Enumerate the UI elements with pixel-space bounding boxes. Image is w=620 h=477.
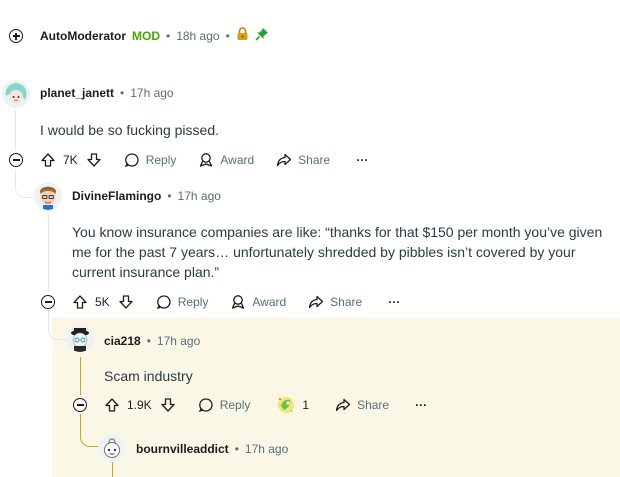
share-label: Share bbox=[330, 295, 363, 309]
thread-connector-cia218 bbox=[48, 310, 68, 340]
thread-connector-bournvilleaddict bbox=[80, 414, 100, 447]
share-label: Share bbox=[357, 398, 390, 412]
separator-dot: • bbox=[120, 86, 125, 100]
award-icon bbox=[278, 396, 295, 413]
downvote-button[interactable] bbox=[86, 152, 102, 168]
comment-username[interactable]: cia218 bbox=[104, 334, 141, 348]
thread-line-level2 bbox=[48, 214, 49, 292]
collapse-comment-button[interactable] bbox=[41, 295, 55, 309]
collapse-comment-button[interactable] bbox=[73, 398, 87, 412]
comment-time: 17h ago bbox=[177, 189, 221, 203]
downvote-arrow-icon bbox=[161, 398, 175, 412]
comment-username[interactable]: planet_janett bbox=[40, 86, 114, 100]
award-label: Award bbox=[252, 295, 287, 309]
thread-line-level1 bbox=[15, 110, 16, 150]
automod-time: 18h ago bbox=[176, 29, 220, 43]
avatar[interactable] bbox=[66, 324, 94, 352]
comment-actions: 7K Reply Award Share ··· bbox=[40, 149, 368, 171]
comment-time: 17h ago bbox=[156, 334, 201, 348]
upvote-arrow-icon bbox=[73, 295, 87, 309]
upvote-arrow-icon bbox=[41, 153, 55, 167]
comment-username[interactable]: DivineFlamingo bbox=[72, 189, 161, 203]
comment-time: 17h ago bbox=[130, 86, 174, 100]
more-options-button[interactable]: ··· bbox=[356, 153, 368, 167]
downvote-arrow-icon bbox=[87, 153, 101, 167]
speech-bubble-icon bbox=[156, 295, 171, 310]
separator-dot: • bbox=[225, 29, 230, 43]
more-options-button[interactable]: ··· bbox=[415, 398, 427, 412]
share-button[interactable]: Share bbox=[276, 152, 330, 168]
reply-label: Reply bbox=[145, 153, 177, 167]
award-button[interactable]: Award bbox=[198, 152, 254, 168]
upvote-arrow-icon bbox=[105, 398, 119, 412]
comment-header: bournvilleaddict • 17h ago bbox=[136, 442, 288, 456]
award-icon bbox=[200, 153, 213, 167]
award-icon bbox=[232, 295, 245, 309]
award-button[interactable]: 1 bbox=[276, 395, 309, 415]
share-arrow-icon bbox=[335, 398, 351, 412]
separator-dot: • bbox=[166, 29, 171, 43]
speech-bubble-icon bbox=[124, 153, 139, 168]
downvote-button[interactable] bbox=[160, 397, 176, 413]
reply-label: Reply bbox=[219, 398, 251, 412]
thread-connector-divineflamingo bbox=[15, 170, 35, 198]
comment-body: You know insurance companies are like: “… bbox=[72, 224, 603, 280]
vote-count: 7K bbox=[63, 153, 78, 167]
share-button[interactable]: Share bbox=[335, 397, 389, 413]
comment-body: Scam industry bbox=[104, 368, 193, 384]
downvote-button[interactable] bbox=[118, 294, 134, 310]
comment-actions: 5K Reply Award Share ··· bbox=[72, 291, 400, 313]
share-arrow-icon bbox=[309, 295, 324, 309]
comment-header: planet_janett • 17h ago bbox=[40, 86, 174, 100]
reply-button[interactable]: Reply bbox=[198, 397, 251, 413]
speech-bubble-icon bbox=[198, 398, 213, 413]
expand-comment-button[interactable] bbox=[9, 29, 23, 43]
avatar[interactable] bbox=[98, 434, 126, 462]
reply-label: Reply bbox=[177, 295, 209, 309]
award-count: 1 bbox=[302, 398, 310, 412]
reply-button[interactable]: Reply bbox=[156, 294, 209, 310]
share-label: Share bbox=[298, 153, 331, 167]
separator-dot: • bbox=[234, 442, 239, 456]
downvote-arrow-icon bbox=[119, 295, 133, 309]
comment-actions: 1.9K Reply 1 Share ··· bbox=[104, 394, 427, 416]
thread-line-level3 bbox=[80, 357, 81, 395]
thread-line-level4 bbox=[112, 462, 113, 477]
separator-dot: • bbox=[146, 334, 151, 348]
award-label: Award bbox=[220, 153, 255, 167]
separator-dot: • bbox=[167, 189, 172, 203]
pin-icon bbox=[255, 27, 269, 46]
collapse-comment-button[interactable] bbox=[9, 153, 23, 167]
upvote-button[interactable] bbox=[72, 294, 88, 310]
award-button[interactable]: Award bbox=[230, 294, 286, 310]
upvote-button[interactable] bbox=[104, 397, 120, 413]
avatar[interactable] bbox=[2, 80, 30, 108]
automod-username[interactable]: AutoModerator bbox=[40, 29, 126, 43]
comment-header: DivineFlamingo • 17h ago bbox=[72, 189, 221, 203]
reply-button[interactable]: Reply bbox=[124, 152, 177, 168]
more-options-button[interactable]: ··· bbox=[388, 295, 400, 309]
share-button[interactable]: Share bbox=[308, 294, 362, 310]
lock-icon bbox=[236, 26, 249, 46]
vote-count: 5K bbox=[95, 295, 110, 309]
comment-header: cia218 • 17h ago bbox=[104, 334, 200, 348]
comment-time: 17h ago bbox=[244, 442, 289, 456]
mod-badge: MOD bbox=[132, 29, 160, 43]
automod-header: AutoModerator MOD • 18h ago • bbox=[40, 26, 269, 46]
comment-username[interactable]: bournvilleaddict bbox=[136, 442, 229, 456]
vote-count: 1.9K bbox=[127, 398, 152, 412]
upvote-button[interactable] bbox=[40, 152, 56, 168]
share-arrow-icon bbox=[277, 153, 292, 167]
avatar[interactable] bbox=[34, 182, 62, 210]
comment-body: I would be so fucking pissed. bbox=[40, 122, 219, 138]
